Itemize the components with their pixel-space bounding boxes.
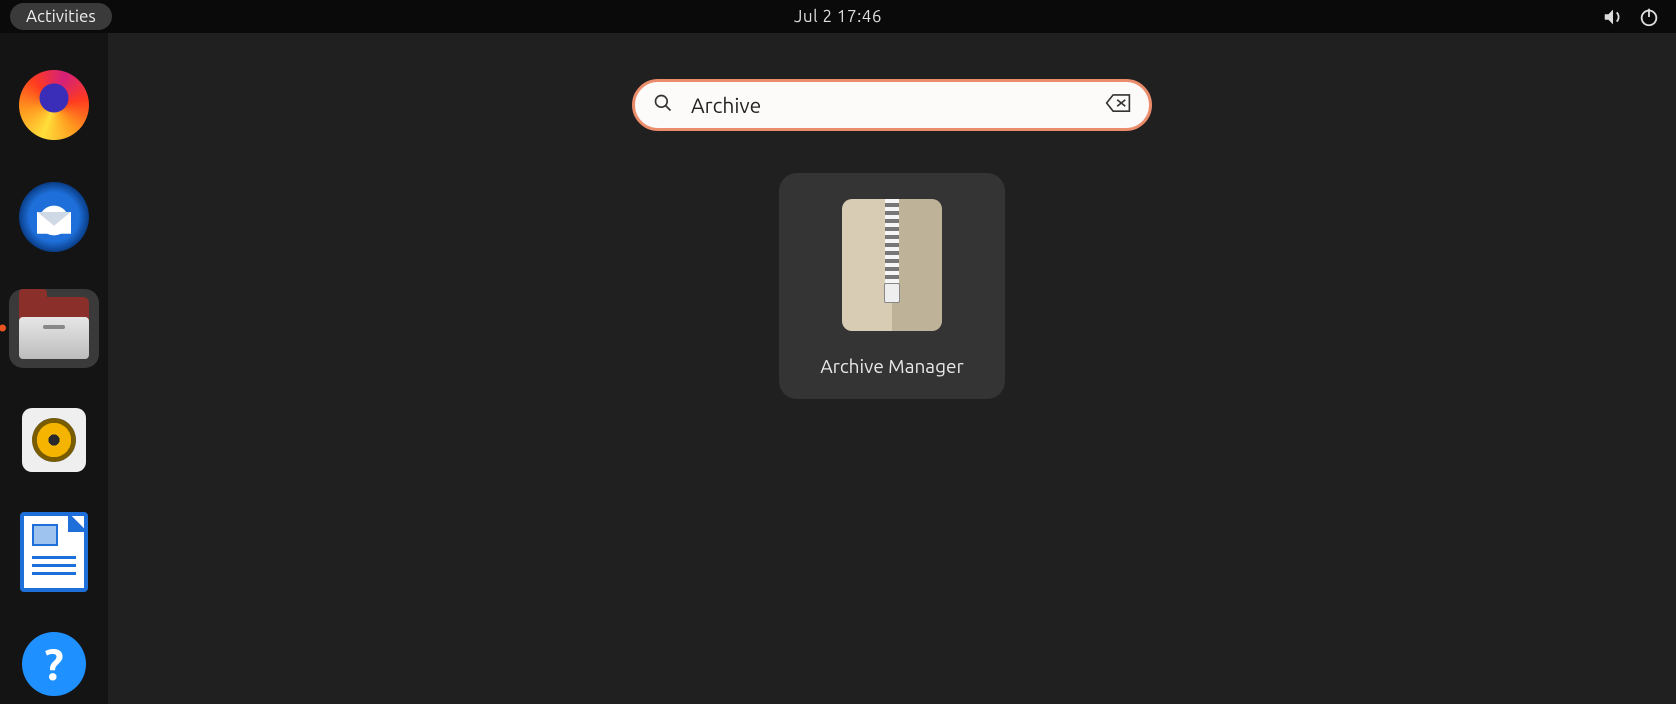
thunderbird-icon [19,182,89,252]
result-label: Archive Manager [820,355,963,377]
search-input[interactable] [689,92,1105,118]
activities-overview: Archive Manager [108,33,1676,704]
power-icon[interactable] [1638,6,1660,28]
firefox-icon [19,70,89,140]
speaker-icon [22,408,86,472]
dock-item-libreoffice-writer[interactable] [9,512,99,592]
search-results: Archive Manager [779,173,1005,399]
search-bar[interactable] [632,79,1152,131]
dock-item-rhythmbox[interactable] [9,400,99,480]
top-bar: Activities Jul 2 17:46 [0,0,1676,33]
clear-icon[interactable] [1105,93,1131,117]
writer-icon [20,512,88,592]
dock-item-help[interactable]: ? [9,624,99,704]
result-archive-manager[interactable]: Archive Manager [779,173,1005,399]
dock: ? [0,33,108,704]
files-icon [19,297,89,359]
help-icon: ? [22,632,86,696]
archive-manager-icon [842,199,942,331]
system-tray[interactable] [1602,6,1660,28]
dock-item-files[interactable] [9,289,99,369]
dock-item-firefox[interactable] [9,65,99,145]
volume-icon[interactable] [1602,6,1624,28]
activities-button[interactable]: Activities [10,3,112,30]
clock[interactable]: Jul 2 17:46 [794,7,882,26]
search-icon [653,93,673,117]
dock-item-thunderbird[interactable] [9,177,99,257]
